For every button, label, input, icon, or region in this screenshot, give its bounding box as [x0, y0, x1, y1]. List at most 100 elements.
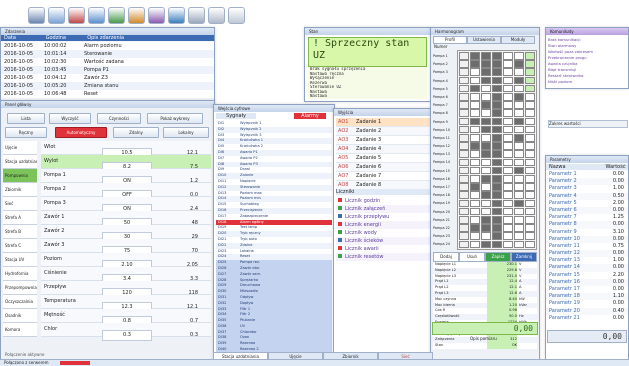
schedule-cell[interactable]: [470, 142, 480, 150]
param-row[interactable]: Parametr 20 0.40: [546, 307, 628, 315]
schedule-cell[interactable]: [481, 224, 491, 232]
param-row[interactable]: Parametr 4 0.50: [546, 192, 628, 200]
list-item[interactable]: Wlot10.5 12.1: [41, 141, 211, 159]
schedule-cell[interactable]: [459, 101, 469, 109]
schedule-cell[interactable]: [492, 142, 502, 150]
schedule-cell[interactable]: [503, 175, 513, 183]
calendar-icon[interactable]: [128, 7, 145, 24]
list-item[interactable]: Temperatura12.3 12.1: [41, 295, 211, 313]
schedule-cell[interactable]: [492, 134, 502, 142]
counter-row[interactable]: Licznik energii: [336, 221, 437, 229]
schedule-cell[interactable]: [459, 175, 469, 183]
schedule-cell[interactable]: [492, 240, 502, 249]
schedule-cell[interactable]: [481, 60, 491, 68]
param-row[interactable]: Parametr 18 1.10: [546, 293, 628, 301]
table-row[interactable]: 2016-10-05 10:01:14 Sterowanie: [1, 50, 214, 58]
trend-icon[interactable]: [148, 7, 165, 24]
schedule-cell[interactable]: [459, 142, 469, 150]
table-row[interactable]: 2016-10-05 10:06:48 Reset: [1, 90, 214, 98]
list-button[interactable]: Lista: [7, 113, 45, 124]
param-row[interactable]: Parametr 2 0.00: [546, 178, 628, 186]
schedule-cell[interactable]: [492, 183, 502, 191]
param-row[interactable]: Parametr 8 0.00: [546, 221, 628, 229]
sidebar-item[interactable]: Strefa C: [3, 239, 37, 253]
schedule-cell[interactable]: [503, 134, 513, 142]
list-item[interactable]: Wylot8.2 7.5: [41, 155, 211, 173]
schedule-cell[interactable]: [525, 199, 535, 208]
value-row[interactable]: AO3 Zadanie 3: [336, 136, 437, 145]
schedule-cell[interactable]: [503, 199, 513, 208]
charts-button[interactable]: Pokaż wykresy: [147, 113, 203, 124]
schedule-cell[interactable]: [525, 207, 535, 216]
schedule-cell[interactable]: [492, 158, 502, 167]
schedule-cell[interactable]: [492, 150, 502, 158]
param-row[interactable]: Parametr 14 0.00: [546, 264, 628, 272]
schedule-cell[interactable]: [492, 76, 502, 85]
schedule-cell[interactable]: [459, 199, 469, 208]
schedule-cell[interactable]: [481, 76, 491, 85]
list-item[interactable]: Chlor 0.3 0.3: [41, 323, 211, 341]
schedule-cell[interactable]: [525, 109, 535, 117]
schedule-cell[interactable]: [492, 224, 502, 232]
schedule-button[interactable]: Zamknij: [511, 252, 537, 262]
schedule-cell[interactable]: [492, 232, 502, 240]
schedule-cell[interactable]: [514, 76, 524, 85]
counter-row[interactable]: Licznik przepływu: [336, 213, 437, 221]
schedule-cell[interactable]: [481, 199, 491, 208]
schedule-cell[interactable]: [525, 93, 535, 101]
schedule-cell[interactable]: [514, 199, 524, 208]
schedule-cell[interactable]: [459, 125, 469, 134]
schedule-cell[interactable]: [470, 68, 480, 76]
param-row[interactable]: Parametr 17 0.00: [546, 286, 628, 294]
signals-tab-signals[interactable]: Sygnały: [216, 113, 256, 119]
param-row[interactable]: Parametr 6 0.00: [546, 206, 628, 215]
sidebar-item[interactable]: Przepompownia: [3, 281, 37, 295]
schedule-cell[interactable]: [470, 232, 480, 240]
schedule-button[interactable]: Zapisz: [485, 252, 511, 262]
schedule-cell[interactable]: [459, 191, 469, 199]
schedule-cell[interactable]: [492, 109, 502, 117]
value-row[interactable]: AO5 Zadanie 5: [336, 154, 437, 163]
schedule-cell[interactable]: [503, 183, 513, 191]
schedule-cell[interactable]: [525, 183, 535, 191]
schedule-cell[interactable]: [459, 109, 469, 117]
stop-icon[interactable]: [68, 7, 85, 24]
schedule-cell[interactable]: [470, 134, 480, 142]
schedule-cell[interactable]: [503, 191, 513, 199]
schedule-cell[interactable]: [503, 232, 513, 240]
schedule-cell[interactable]: [503, 142, 513, 150]
schedule-cell[interactable]: [481, 150, 491, 158]
sidebar-item[interactable]: Ujęcie: [3, 141, 37, 155]
schedule-cell[interactable]: [481, 166, 491, 175]
schedule-cell[interactable]: [470, 60, 480, 68]
grid-icon[interactable]: [88, 7, 105, 24]
schedule-cell[interactable]: [470, 183, 480, 191]
schedule-cell[interactable]: [470, 76, 480, 85]
schedule-cell[interactable]: [470, 158, 480, 167]
param-row[interactable]: Parametr 9 3.10: [546, 228, 628, 236]
schedule-cell[interactable]: [470, 52, 480, 60]
param-row[interactable]: Parametr 21 0.00: [546, 314, 628, 322]
window-icon[interactable]: [208, 7, 225, 24]
schedule-cell[interactable]: [525, 60, 535, 68]
counter-row[interactable]: Licznik załączeń: [336, 205, 437, 213]
value-row[interactable]: AO4 Zadanie 4: [336, 145, 437, 154]
schedule-cell[interactable]: [481, 216, 491, 224]
schedule-cell[interactable]: [514, 134, 524, 142]
schedule-cell[interactable]: [503, 68, 513, 76]
list-item[interactable]: Pompa 2OFF 0.0: [41, 183, 211, 201]
schedule-cell[interactable]: [514, 84, 524, 93]
schedule-cell[interactable]: [492, 84, 502, 93]
schedule-cell[interactable]: [492, 68, 502, 76]
local-mode-button[interactable]: Lokalny: [163, 127, 209, 138]
schedule-cell[interactable]: [481, 117, 491, 126]
schedule-cell[interactable]: [503, 125, 513, 134]
list-item[interactable]: Przepływ120 118: [41, 281, 211, 299]
schedule-cell[interactable]: [514, 117, 524, 126]
param-row[interactable]: Parametr 1 0.00: [546, 171, 628, 179]
schedule-cell[interactable]: [525, 68, 535, 76]
param-row[interactable]: Parametr 19 0.00: [546, 300, 628, 308]
param-row[interactable]: Parametr 10 0.00: [546, 235, 628, 243]
manual-mode-button[interactable]: Ręczny: [5, 127, 47, 138]
schedule-cell[interactable]: [470, 150, 480, 158]
